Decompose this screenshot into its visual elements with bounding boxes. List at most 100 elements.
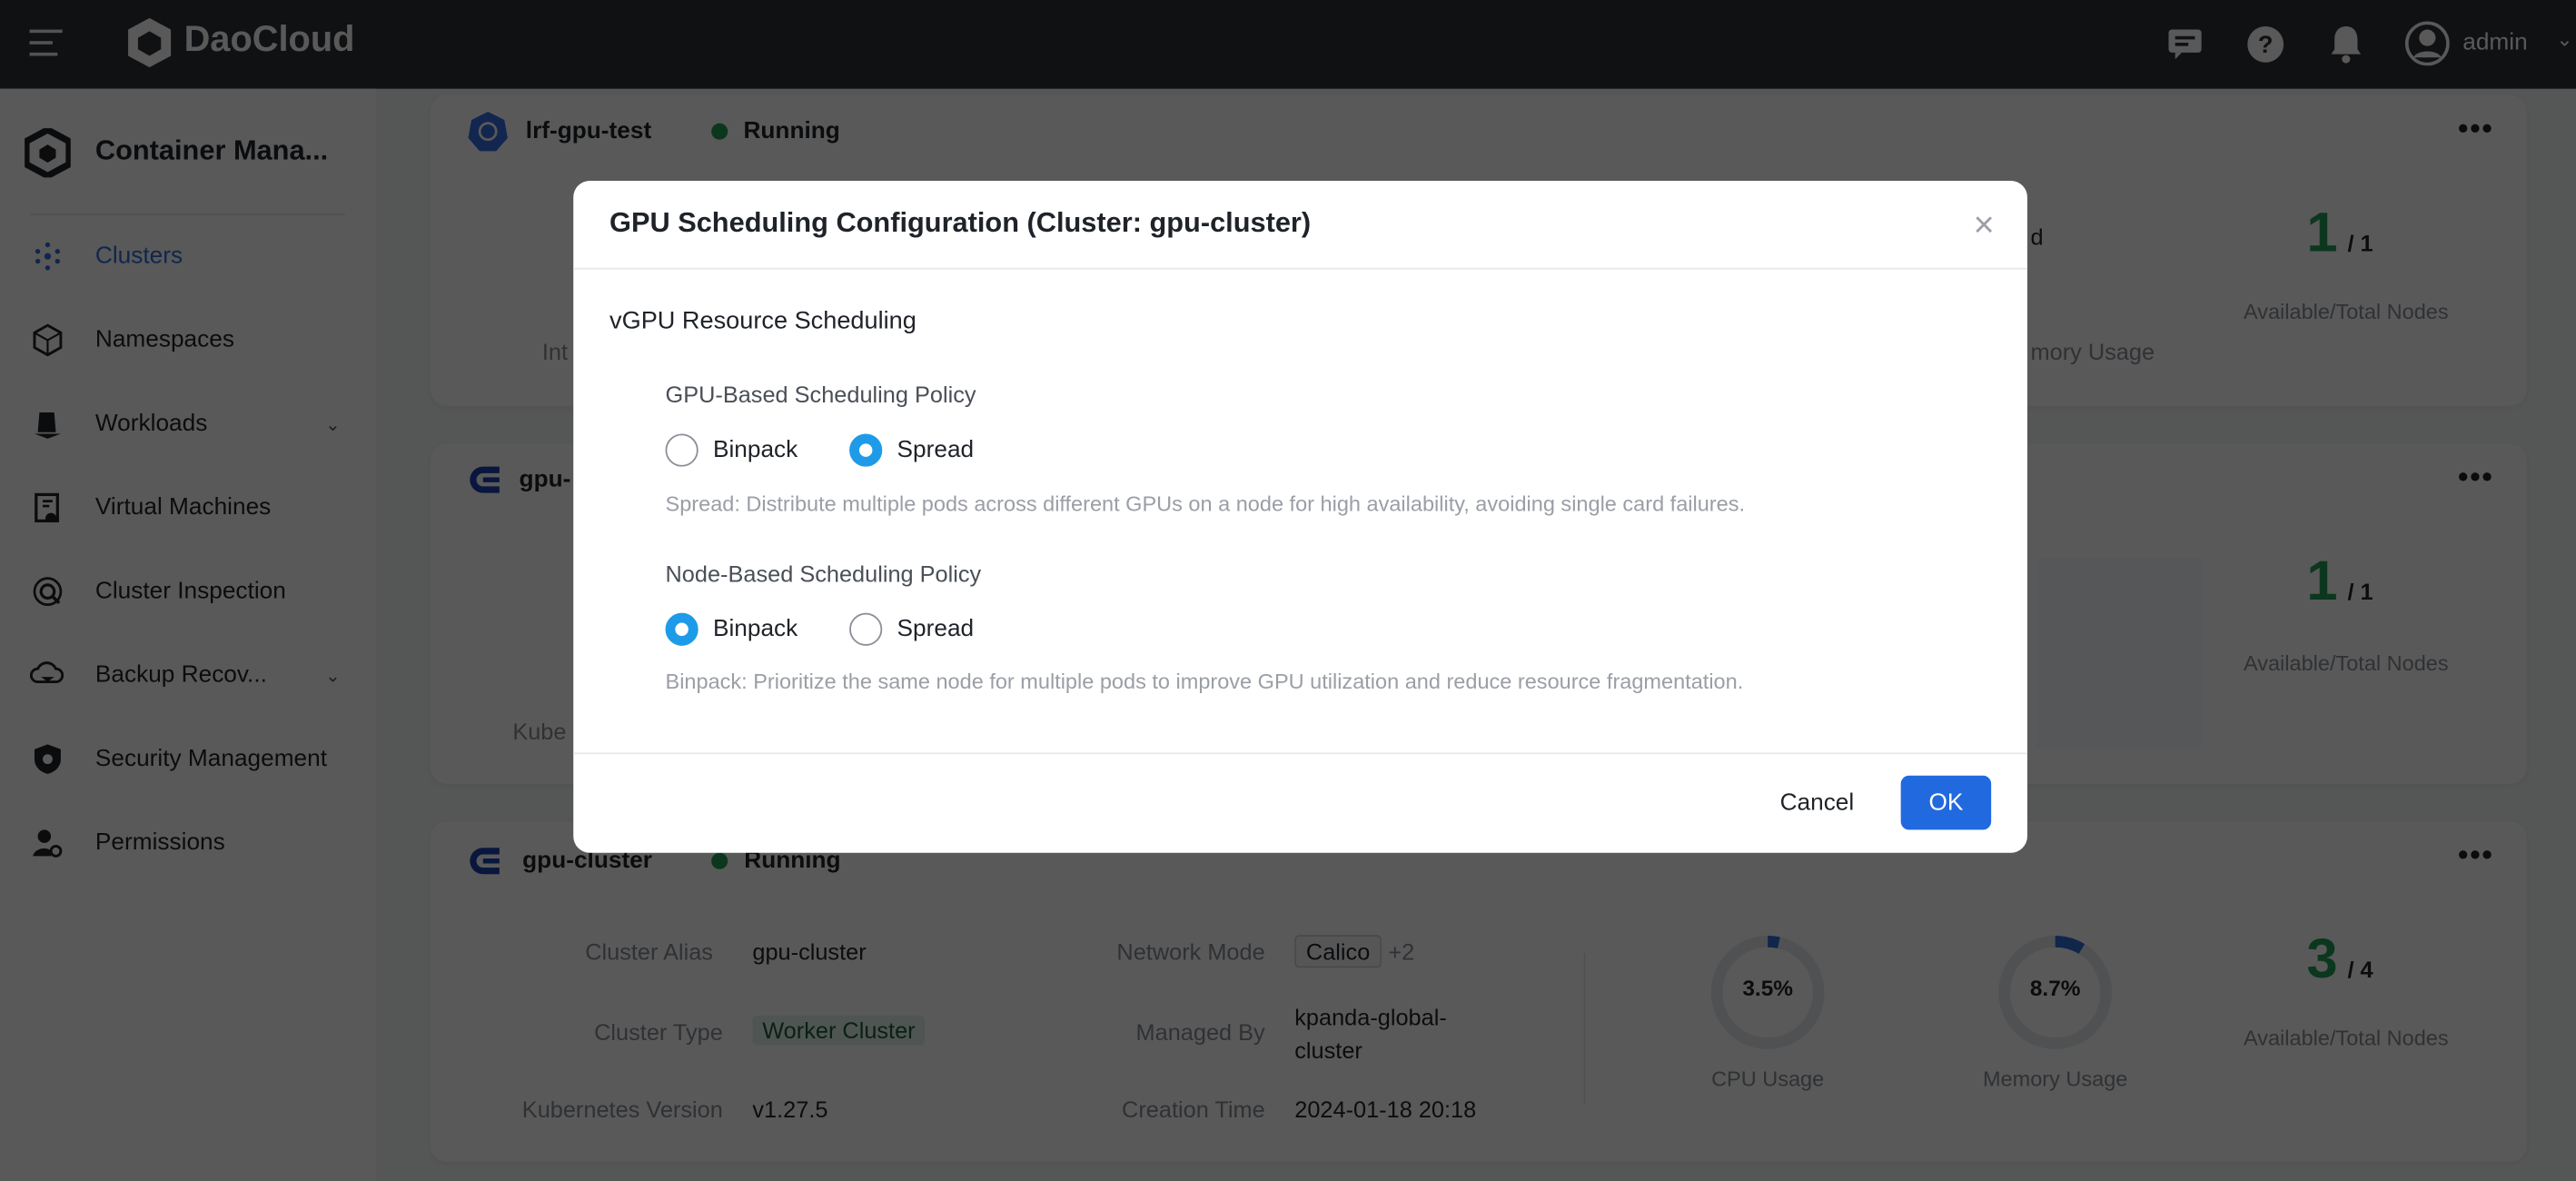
sidebar-item-cluster-inspection[interactable]: Cluster Inspection — [0, 559, 376, 624]
clusters-icon — [35, 242, 61, 271]
cluster-name[interactable]: gpu- — [520, 467, 571, 493]
namespace-cube-icon — [33, 323, 63, 357]
network-mode-tag: Calico — [1294, 935, 1382, 968]
container-management-logo-icon — [25, 128, 71, 178]
memory-usage-label: mory Usage — [2030, 338, 2155, 365]
workloads-icon — [34, 412, 61, 439]
node-policy-binpack-radio[interactable]: Binpack — [665, 612, 798, 646]
node-policy-spread-radio[interactable]: Spread — [849, 612, 974, 646]
kubernetes-version-value: v1.27.5 — [752, 1096, 828, 1123]
gpu-policy-spread-radio[interactable]: Spread — [849, 433, 974, 467]
status-dot — [710, 123, 728, 140]
nodes-label: Available/Total Nodes — [2243, 299, 2449, 324]
gpu-policy-hint: Spread: Distribute multiple pods across … — [665, 491, 1746, 516]
more-actions-button[interactable]: ••• — [2458, 460, 2494, 494]
chevron-down-icon[interactable]: ⌄ — [2556, 28, 2572, 51]
cpu-usage-label: CPU Usage — [1711, 1066, 1825, 1091]
section-title: vGPU Resource Scheduling — [609, 307, 916, 335]
cluster-alias-value: gpu-cluster — [752, 938, 867, 965]
sidebar-item-label: Namespaces — [94, 326, 234, 353]
brand-name[interactable]: DaoCloud — [184, 18, 355, 61]
radio-circle-selected[interactable] — [849, 433, 883, 467]
ok-button[interactable]: OK — [1900, 775, 1992, 830]
cluster-card[interactable]: gpu-cluster Running ••• Cluster Alias gp… — [430, 821, 2527, 1162]
cluster-alias-label: Cluster Alias — [585, 938, 713, 965]
field-label: Kube — [512, 718, 567, 745]
close-icon[interactable]: × — [1974, 203, 1995, 246]
cancel-button[interactable]: Cancel — [1759, 776, 1875, 830]
kubernetes-icon — [468, 111, 508, 152]
kubernetes-version-label: Kubernetes Version — [521, 1096, 723, 1123]
sidebar-item-label: Backup Recov... — [94, 661, 267, 689]
backup-cloud-icon — [29, 661, 64, 684]
svg-text:?: ? — [2258, 30, 2274, 58]
cluster-name[interactable]: lrf-gpu-test — [526, 118, 651, 144]
field-label: Int — [541, 338, 569, 365]
inspection-icon — [33, 577, 63, 606]
avatar[interactable] — [2404, 21, 2450, 66]
sidebar-item-label: Clusters — [94, 243, 183, 270]
sidebar-item-label: Virtual Machines — [94, 494, 272, 521]
daocloud-logo-icon — [128, 17, 172, 68]
usage-panel — [2036, 558, 2202, 748]
nodes-label: Available/Total Nodes — [2243, 650, 2449, 676]
status-badge: Running — [743, 118, 840, 145]
divider — [573, 267, 2027, 270]
radio-circle-selected[interactable] — [665, 612, 698, 646]
help-icon[interactable]: ? — [2245, 25, 2284, 64]
username[interactable]: admin — [2462, 30, 2527, 56]
chevron-down-icon[interactable]: ⌄ — [325, 413, 341, 435]
notification-bell-icon[interactable] — [2326, 23, 2365, 65]
network-mode-label: Network Mode — [1116, 938, 1265, 965]
node-policy-hint: Binpack: Prioritize the same node for mu… — [665, 669, 1744, 694]
sidebar-item-security-management[interactable]: Security Management — [0, 726, 376, 791]
sidebar-item-clusters[interactable]: Clusters — [0, 223, 376, 289]
divider — [1583, 953, 1586, 1105]
sidebar-item-label: Security Management — [94, 746, 328, 773]
managed-by-value: kpanda-global-cluster — [1294, 1004, 1447, 1064]
cluster-logo-icon — [470, 466, 500, 493]
sidebar-item-label: Workloads — [94, 411, 208, 438]
sidebar-item-permissions[interactable]: Permissions — [0, 810, 376, 876]
status-dot — [711, 852, 728, 869]
radio-circle[interactable] — [665, 433, 698, 467]
menu-icon[interactable] — [29, 29, 63, 56]
user-gear-icon — [33, 829, 63, 858]
cluster-logo-icon — [470, 848, 500, 875]
gpu-policy-label: GPU-Based Scheduling Policy — [665, 381, 976, 408]
nodes-label: Available/Total Nodes — [2243, 1025, 2449, 1050]
more-actions-button[interactable]: ••• — [2458, 838, 2494, 872]
sidebar-item-label: Cluster Inspection — [94, 578, 286, 605]
managed-by-label: Managed By — [1135, 1018, 1265, 1046]
sidebar-item-label: Permissions — [94, 829, 225, 857]
memory-usage-value: 8.7% — [2029, 976, 2081, 1001]
sidebar-item-workloads[interactable]: Workloads ⌄ — [0, 391, 376, 456]
radio-circle[interactable] — [849, 612, 883, 646]
more-actions-button[interactable]: ••• — [2458, 112, 2494, 146]
creation-time-value: 2024-01-18 20:18 — [1294, 1096, 1477, 1123]
gpu-policy-binpack-radio[interactable]: Binpack — [665, 433, 798, 467]
divider — [573, 752, 2027, 755]
nodes-count: 1/ 1 — [2306, 550, 2373, 613]
sidebar-item-backup-recov[interactable]: Backup Recov... ⌄ — [0, 642, 376, 708]
shield-gear-icon — [34, 744, 61, 774]
sidebar-item-virtual-machines[interactable]: Virtual Machines — [0, 475, 376, 541]
cpu-usage-value: 3.5% — [1742, 976, 1793, 1001]
sidebar-title: Container Mana... — [94, 134, 329, 166]
nodes-count: 1/ 1 — [2306, 202, 2373, 265]
divider — [29, 213, 345, 215]
network-mode-more[interactable]: +2 — [1388, 938, 1414, 965]
memory-usage-label: Memory Usage — [1982, 1066, 2128, 1091]
message-icon[interactable] — [2165, 25, 2204, 64]
virtual-machine-icon — [35, 492, 60, 522]
sidebar-item-namespaces[interactable]: Namespaces — [0, 307, 376, 372]
chevron-down-icon[interactable]: ⌄ — [325, 665, 341, 686]
cluster-type-tag: Worker Cluster — [752, 1015, 926, 1046]
sidebar: Container Mana... Clusters Namespaces Work… — [0, 88, 377, 1181]
creation-time-label: Creation Time — [1122, 1096, 1265, 1123]
top-bar: DaoCloud ? admin ⌄ — [0, 0, 2576, 89]
dialog-title: GPU Scheduling Configuration (Cluster: g… — [609, 206, 1312, 239]
cluster-type-label: Cluster Type — [594, 1018, 723, 1046]
nodes-count: 3/ 4 — [2306, 928, 2373, 991]
field-value: d — [2030, 223, 2044, 250]
